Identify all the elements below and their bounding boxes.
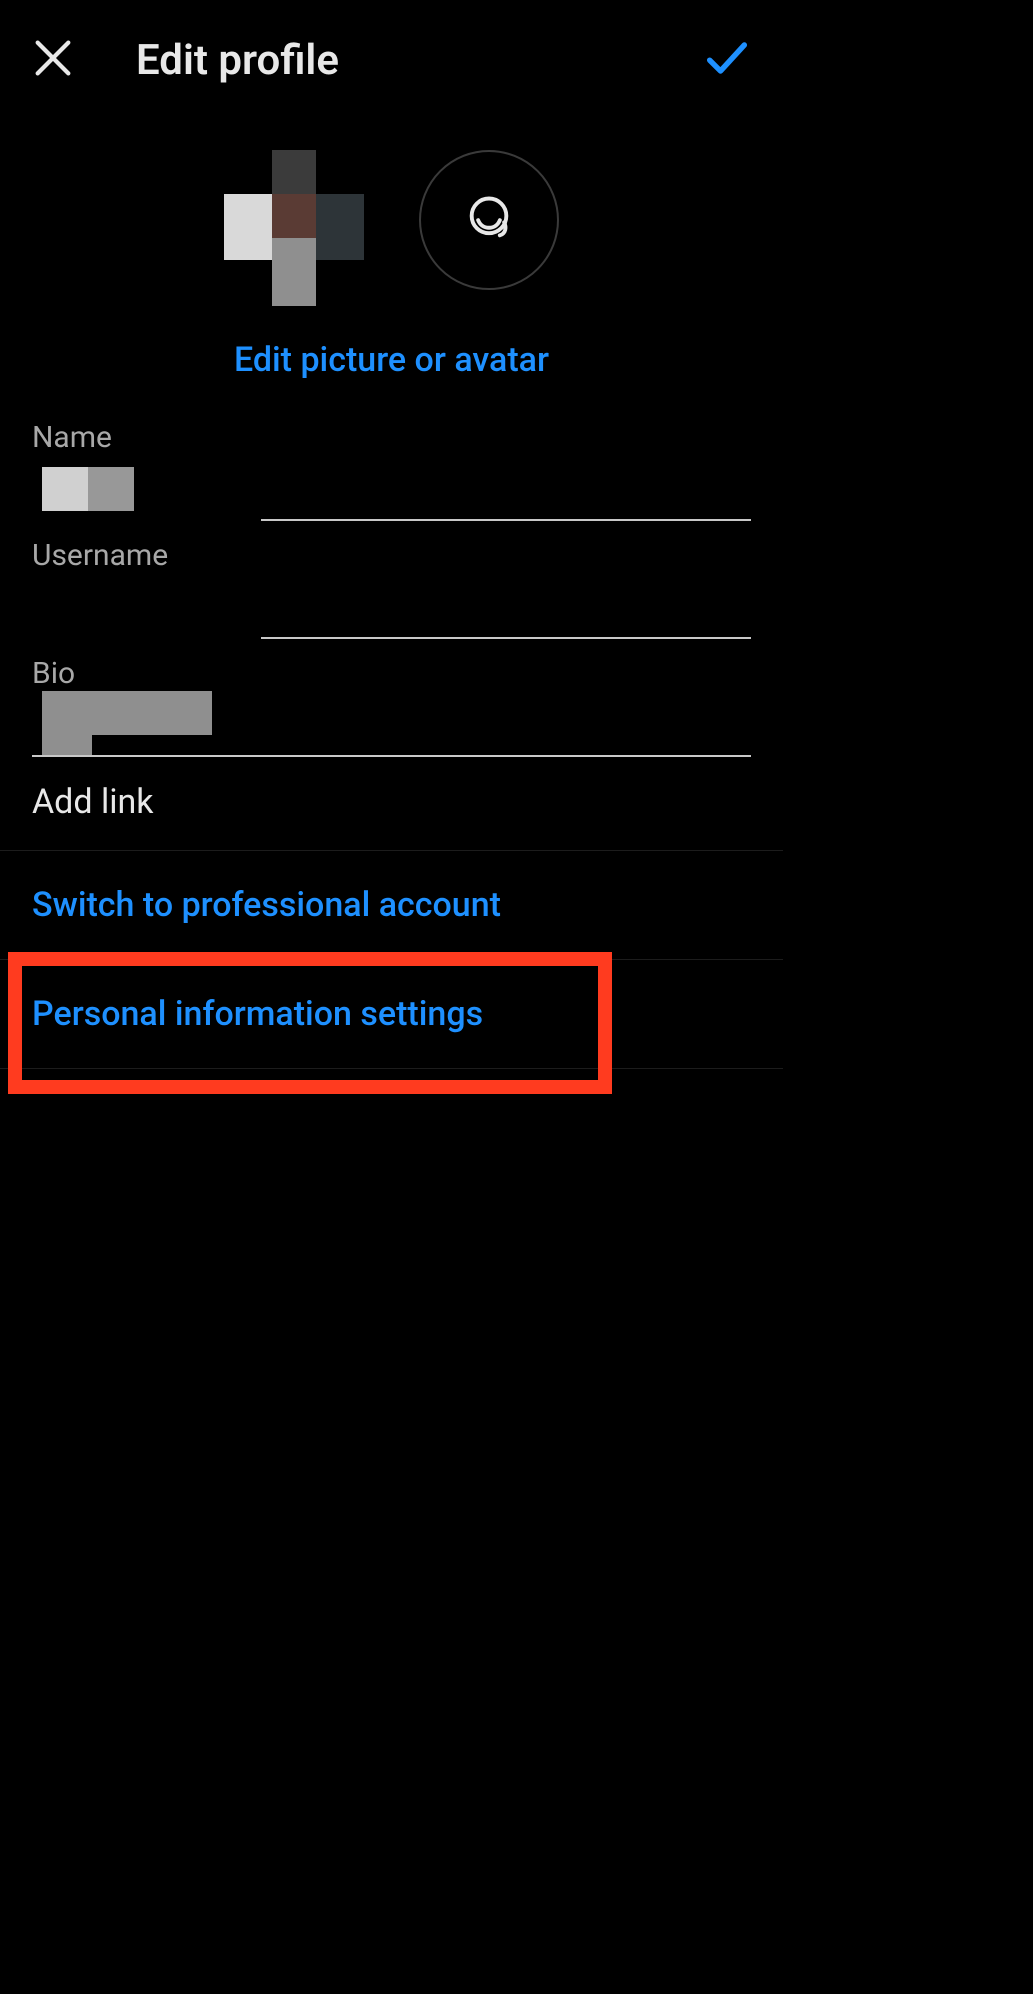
add-link-button[interactable]: Add link: [32, 774, 751, 850]
confirm-icon[interactable]: [701, 32, 753, 88]
username-input[interactable]: [32, 579, 751, 639]
name-label: Name: [32, 420, 751, 455]
edit-picture-link[interactable]: Edit picture or avatar: [0, 340, 783, 380]
username-field-row: Username: [32, 538, 751, 648]
avatar-face-icon: [463, 192, 515, 248]
bio-label: Bio: [32, 656, 751, 691]
username-label: Username: [32, 538, 751, 573]
switch-professional-link[interactable]: Switch to professional account: [0, 851, 783, 959]
avatar-button[interactable]: [419, 150, 559, 290]
personal-info-settings-link[interactable]: Personal information settings: [0, 960, 783, 1068]
profile-picture[interactable]: [224, 150, 364, 290]
page-title: Edit profile: [136, 36, 701, 85]
bio-input[interactable]: [32, 697, 751, 757]
bio-field-row: Bio: [32, 656, 751, 766]
name-input[interactable]: [32, 461, 751, 521]
name-field-row: Name: [32, 420, 751, 530]
close-icon[interactable]: [30, 35, 76, 85]
